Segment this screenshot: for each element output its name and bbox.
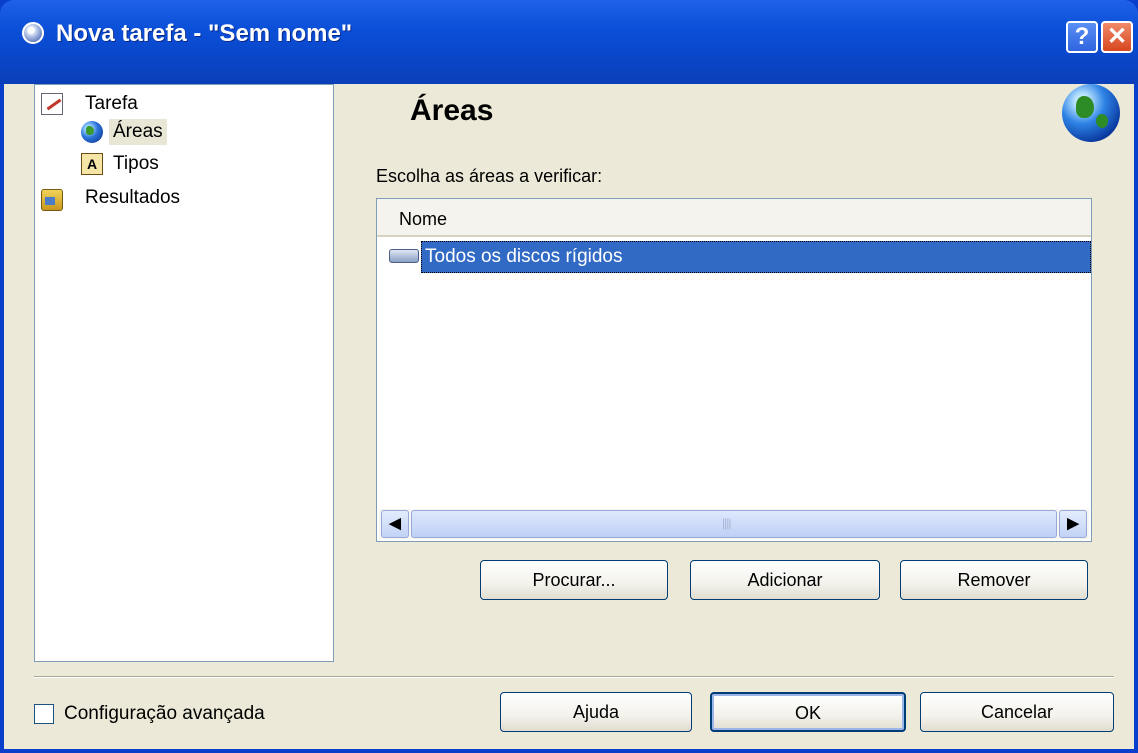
help-button[interactable]: Ajuda: [500, 692, 692, 732]
advanced-config-checkbox[interactable]: [34, 704, 54, 724]
scroll-left-button[interactable]: ◀: [381, 510, 409, 538]
tree-item-label: Tipos: [113, 153, 159, 174]
tree-item-label: Resultados: [85, 187, 181, 208]
tree-item-tipos[interactable]: A Tipos: [81, 151, 221, 177]
advanced-config-label[interactable]: Configuração avançada: [64, 703, 265, 725]
list-item-label: Todos os discos rígidos: [425, 246, 623, 267]
page-title: Áreas: [410, 94, 494, 127]
dialog-body: Tarefa Áreas A Tipos Resultados Áreas Es…: [4, 84, 1134, 749]
help-title-button[interactable]: ?: [1066, 21, 1098, 53]
scroll-right-button[interactable]: ▶: [1059, 510, 1087, 538]
app-logo-icon: [22, 22, 44, 44]
column-header-nome[interactable]: Nome: [377, 199, 1091, 237]
title-bar[interactable]: Nova tarefa - "Sem nome" ? ✕: [0, 0, 1138, 84]
hard-drive-icon: [389, 249, 419, 263]
remove-button[interactable]: Remover: [900, 560, 1088, 600]
column-header-label: Nome: [399, 209, 448, 229]
browse-button[interactable]: Procurar...: [480, 560, 668, 600]
dialog-window: Nova tarefa - "Sem nome" ? ✕ Tarefa Área…: [0, 0, 1138, 753]
ok-button[interactable]: OK: [710, 692, 906, 732]
add-button[interactable]: Adicionar: [690, 560, 880, 600]
navigation-tree: Tarefa Áreas A Tipos Resultados: [34, 84, 334, 662]
globe-icon: [1062, 84, 1120, 142]
file-types-icon: A: [81, 153, 103, 175]
close-button[interactable]: ✕: [1101, 21, 1133, 53]
tree-item-label: Tarefa: [85, 93, 138, 114]
tree-item-areas[interactable]: Áreas: [81, 119, 221, 145]
tree-item-resultados[interactable]: Resultados: [41, 185, 241, 211]
footer-divider: [34, 676, 1114, 678]
tree-item-tarefa[interactable]: Tarefa: [41, 91, 241, 117]
list-item[interactable]: Todos os discos rígidos: [385, 241, 1091, 273]
tree-item-label: Áreas: [109, 119, 167, 145]
window-title: Nova tarefa - "Sem nome": [56, 20, 353, 47]
areas-prompt-label: Escolha as áreas a verificar:: [376, 166, 603, 186]
horizontal-scrollbar[interactable]: ◀ ▶: [379, 509, 1089, 539]
scroll-thumb[interactable]: [411, 510, 1057, 538]
areas-list[interactable]: Nome Todos os discos rígidos ◀ ▶: [376, 198, 1092, 542]
task-edit-icon: [41, 93, 63, 115]
results-chest-icon: [41, 189, 63, 211]
cancel-button[interactable]: Cancelar: [920, 692, 1114, 732]
globe-icon: [81, 121, 103, 143]
